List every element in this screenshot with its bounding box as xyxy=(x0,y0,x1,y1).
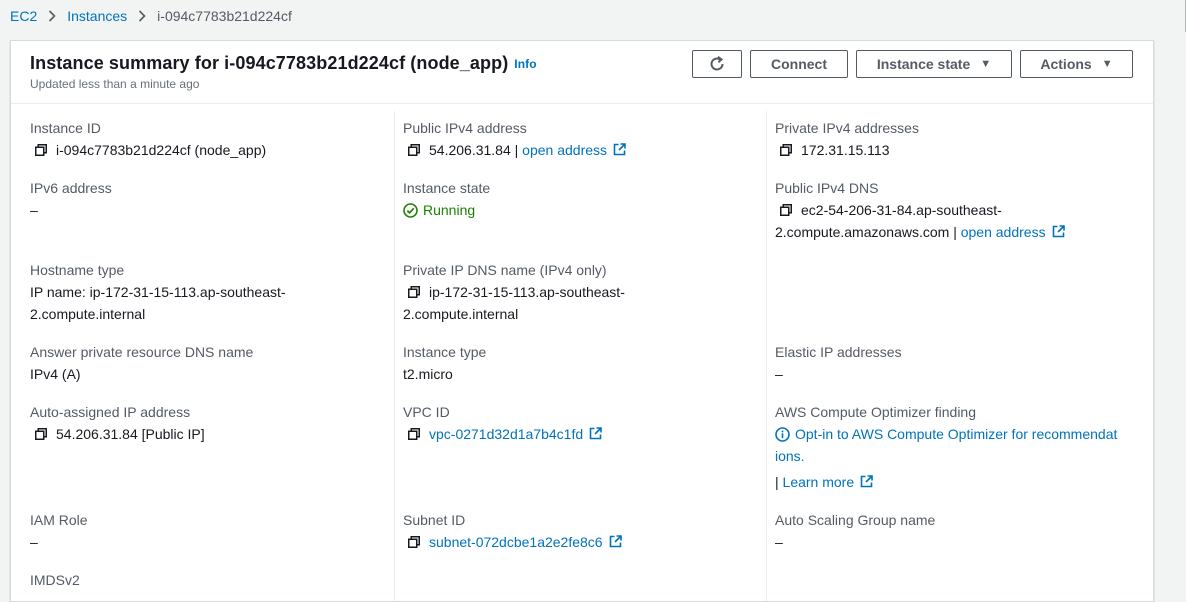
refresh-button[interactable] xyxy=(692,50,742,78)
page-title: Instance summary for i-094c7783b21d224cf… xyxy=(30,53,537,74)
ipv6-label: IPv6 address xyxy=(30,180,112,196)
public-dns-label: Public IPv4 DNS xyxy=(775,180,879,196)
subnet-id-label: Subnet ID xyxy=(403,512,466,528)
instance-state-value: Running xyxy=(403,199,475,221)
external-link-icon xyxy=(613,143,626,156)
learn-more-row: | Learn more xyxy=(775,471,873,493)
elastic-ip-label: Elastic IP addresses xyxy=(775,344,902,360)
column-divider xyxy=(394,111,395,601)
external-link-icon xyxy=(609,535,622,548)
hostname-type-label: Hostname type xyxy=(30,262,125,278)
instance-state-field-label: Instance state xyxy=(403,180,491,196)
connect-button[interactable]: Connect xyxy=(750,50,848,78)
breadcrumb-current: i-094c7783b21d224cf xyxy=(157,8,292,24)
info-circle-icon xyxy=(775,427,790,442)
iam-role-value: – xyxy=(30,534,38,550)
hostname-type-value: IP name: ip-172-31-15-113.ap-southeast- … xyxy=(30,284,286,322)
breadcrumb-ec2[interactable]: EC2 xyxy=(10,8,37,24)
open-address-link-dns[interactable]: open address xyxy=(961,221,1065,243)
copy-icon[interactable] xyxy=(408,428,420,440)
instance-id-label: Instance ID xyxy=(30,120,101,136)
public-dns-value: ec2-54-206-31-84.ap-southeast- xyxy=(780,199,1002,221)
private-ipv4-label: Private IPv4 addresses xyxy=(775,120,919,136)
subnet-id-link[interactable]: subnet-072dcbe1a2e2fe8c6 xyxy=(429,531,622,553)
private-dns-value: ip-172-31-15-113.ap-southeast- xyxy=(408,281,625,303)
caret-down-icon: ▼ xyxy=(980,58,992,70)
auto-ip-label: Auto-assigned IP address xyxy=(30,404,191,420)
copy-icon[interactable] xyxy=(408,286,420,298)
imdsv2-label: IMDSv2 xyxy=(30,572,80,588)
asg-value: – xyxy=(775,534,783,550)
chevron-right-icon xyxy=(138,10,146,22)
vpc-id-value: vpc-0271d32d1a7b4c1fd xyxy=(408,423,602,445)
copy-icon[interactable] xyxy=(35,144,47,156)
copy-icon[interactable] xyxy=(780,204,792,216)
external-link-icon xyxy=(1052,225,1065,238)
copy-icon[interactable] xyxy=(35,428,47,440)
actions-label: Actions xyxy=(1040,56,1092,72)
breadcrumb-instances[interactable]: Instances xyxy=(67,8,127,24)
instance-id-value: i-094c7783b21d224cf (node_app) xyxy=(35,139,266,161)
auto-ip-value: 54.206.31.84 [Public IP] xyxy=(35,423,205,445)
instance-state-dropdown[interactable]: Instance state ▼ xyxy=(856,50,1012,78)
learn-more-link[interactable]: Learn more xyxy=(783,471,874,493)
panel-header: Instance summary for i-094c7783b21d224cf… xyxy=(11,41,1153,104)
answer-dns-label: Answer private resource DNS name xyxy=(30,344,254,360)
caret-down-icon: ▼ xyxy=(1101,58,1113,70)
copy-icon[interactable] xyxy=(408,536,420,548)
check-circle-icon xyxy=(403,203,418,218)
vpc-id-link[interactable]: vpc-0271d32d1a7b4c1fd xyxy=(429,423,602,445)
subnet-id-value: subnet-072dcbe1a2e2fe8c6 xyxy=(408,531,622,553)
vpc-id-label: VPC ID xyxy=(403,404,450,420)
info-link[interactable]: Info xyxy=(514,57,536,71)
copy-icon[interactable] xyxy=(408,144,420,156)
instance-state-label: Instance state xyxy=(876,56,971,72)
public-dns-value-line2: 2.compute.amazonaws.com | open address xyxy=(775,221,1065,243)
breadcrumb: EC2 Instances i-094c7783b21d224cf xyxy=(10,8,292,24)
column-divider xyxy=(766,111,767,601)
external-link-icon xyxy=(860,475,873,488)
instance-summary-panel: Instance summary for i-094c7783b21d224cf… xyxy=(10,40,1154,602)
private-ipv4-value: 172.31.15.113 xyxy=(780,139,890,161)
iam-role-label: IAM Role xyxy=(30,512,88,528)
copy-icon[interactable] xyxy=(780,144,792,156)
asg-label: Auto Scaling Group name xyxy=(775,512,936,528)
optimizer-optin-link[interactable]: Opt-in to AWS Compute Optimizer for reco… xyxy=(775,423,1117,445)
optimizer-label: AWS Compute Optimizer finding xyxy=(775,404,976,420)
title-text: Instance summary for i-094c7783b21d224cf… xyxy=(30,53,509,73)
ipv6-value: – xyxy=(30,202,38,218)
public-ipv4-value: 54.206.31.84 | open address xyxy=(408,139,626,161)
chevron-right-icon xyxy=(48,10,56,22)
answer-dns-value: IPv4 (A) xyxy=(30,366,81,382)
open-address-link[interactable]: open address xyxy=(522,139,626,161)
actions-dropdown[interactable]: Actions ▼ xyxy=(1020,50,1133,78)
instance-type-label: Instance type xyxy=(403,344,487,360)
refresh-icon xyxy=(710,55,724,71)
elastic-ip-value: – xyxy=(775,366,783,382)
private-dns-value-line2: 2.compute.internal xyxy=(403,306,519,322)
updated-text: Updated less than a minute ago xyxy=(30,77,200,91)
private-dns-label: Private IP DNS name (IPv4 only) xyxy=(403,262,607,278)
instance-type-value: t2.micro xyxy=(403,366,453,382)
optimizer-optin-link-line2[interactable]: ions. xyxy=(775,445,805,467)
external-link-icon xyxy=(589,427,602,440)
public-ipv4-label: Public IPv4 address xyxy=(403,120,527,136)
